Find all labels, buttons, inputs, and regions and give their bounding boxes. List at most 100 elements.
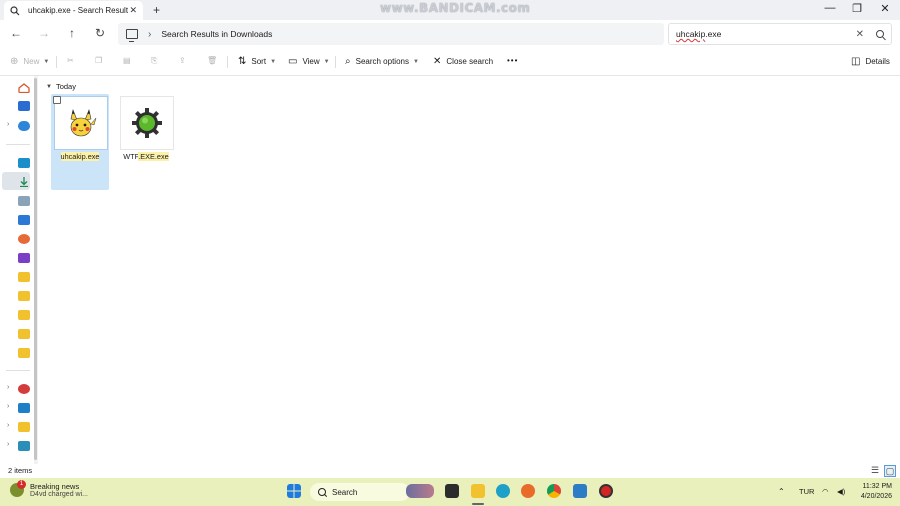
address-bar: ← → ↑ ↻ › Search Results in Downloads uh… [0,20,900,48]
home-icon[interactable] [18,83,30,93]
taskbar: 1 Breaking news D4vd charged wi... Searc… [0,478,900,506]
chevron-right-icon[interactable]: › [7,403,9,410]
folder-icon[interactable] [18,291,30,301]
forward-button[interactable]: → [37,26,51,40]
breadcrumb-separator: › [148,28,152,40]
this-pc-icon[interactable] [18,403,30,413]
more-options-button[interactable]: ••• [507,56,518,65]
folder-icon[interactable] [18,422,30,432]
chevron-right-icon[interactable]: › [7,121,9,128]
file-name: uhcakip.exe [60,152,100,161]
back-button[interactable]: ← [9,26,23,40]
plus-circle-icon: ⊕ [10,56,19,67]
cut-icon[interactable]: ✂ [67,56,74,65]
paste-icon[interactable]: ▤ [123,56,131,65]
minimize-button[interactable]: — [820,2,840,14]
bandicam-record-icon[interactable] [599,484,613,498]
rename-icon[interactable]: ⎘ [151,56,157,66]
news-subtitle: D4vd charged wi... [30,491,88,498]
firefox-icon[interactable] [521,484,535,498]
explorer-tab[interactable]: uhcakip.exe - Search Results i ✕ [4,1,143,20]
wifi-icon[interactable]: ◠ [822,487,829,496]
group-header[interactable]: ▼ Today [46,82,76,91]
refresh-button[interactable]: ↻ [93,26,107,40]
command-bar: ⊕ New ▼ ✂ ❐ ▤ ⎘ ⇪ 🗑 ⇅ Sort ▼ ▭ View ▼ ⌕ … [0,48,900,76]
navigation-pane: › › › › › [0,76,34,464]
notification-badge: 1 [17,480,26,489]
remote-desktop-icon[interactable] [573,484,587,498]
documents-icon[interactable] [18,196,30,206]
large-icons-view-icon[interactable]: ▢ [884,465,896,477]
up-button[interactable]: ↑ [65,26,79,40]
breadcrumb-label: Search Results in Downloads [161,29,273,39]
copy-icon[interactable]: ❐ [95,56,102,65]
breadcrumb[interactable]: › Search Results in Downloads [118,23,664,45]
chevron-down-icon: ▼ [323,58,330,65]
network-icon[interactable] [18,441,30,451]
delete-icon[interactable]: 🗑 [207,56,217,65]
gallery-icon[interactable] [18,101,30,111]
status-bar: 2 items ☰ ▢ [0,464,900,478]
view-button[interactable]: ▭ View ▼ [288,56,330,67]
restore-button[interactable]: ❐ [847,2,867,15]
pikachu-icon [70,108,97,137]
folder-icon[interactable] [18,272,30,282]
volume-icon[interactable]: ◀) [837,487,845,496]
videos-icon[interactable] [18,253,30,263]
news-widget[interactable]: 1 Breaking news D4vd charged wi... [10,480,88,498]
close-search-button[interactable]: ✕ Close search [433,56,493,67]
chevron-down-icon: ▼ [46,83,52,90]
chevron-right-icon[interactable]: › [7,422,9,429]
desktop-icon[interactable] [18,158,30,168]
search-input[interactable]: uhcakip.exe ✕ [668,23,892,45]
clock-date: 4/20/2026 [860,493,892,500]
chrome-icon[interactable] [547,484,561,498]
file-thumbnail [120,96,174,150]
taskbar-search[interactable]: Search [310,483,410,501]
details-pane-icon: ◫ [851,56,861,67]
chevron-down-icon: ▼ [412,58,419,65]
show-hidden-icons-chevron[interactable]: ⌃ [778,487,785,496]
folder-icon[interactable] [18,310,30,320]
share-icon[interactable]: ⇪ [179,56,186,65]
chevron-right-icon[interactable]: › [7,441,9,448]
search-icon [318,488,326,496]
file-thumbnail [54,96,108,150]
folder-icon[interactable] [18,329,30,339]
gear-icon [132,108,162,138]
bandicam-watermark: www.BANDICAM.com [380,1,531,15]
search-icon[interactable] [876,30,884,38]
details-view-icon[interactable]: ☰ [869,465,881,477]
network-drive-icon[interactable] [18,384,30,394]
terminal-icon[interactable] [445,484,459,498]
search-options-button[interactable]: ⌕ Search options ▼ [345,56,419,67]
search-icon [10,5,20,15]
system-clock[interactable]: 11:32 PM 4/20/2026 [852,482,892,502]
file-explorer-icon[interactable] [471,484,485,498]
close-icon: ✕ [433,56,442,67]
nav-scrollbar-thumb[interactable] [34,78,37,460]
details-button[interactable]: ◫ Details [851,56,890,67]
selection-checkbox[interactable] [53,96,61,104]
sort-button[interactable]: ⇅ Sort ▼ [238,56,276,67]
downloads-icon[interactable] [18,177,30,187]
windows-start-icon[interactable] [287,484,301,498]
file-item[interactable]: WTF.EXE.exe [117,94,175,190]
music-icon[interactable] [18,234,30,244]
search-value: uhcakip.exe [676,29,722,39]
tab-title: uhcakip.exe - Search Results i [28,6,128,15]
clear-search-button[interactable]: ✕ [856,29,864,40]
folder-icon[interactable] [18,348,30,358]
new-button[interactable]: ⊕ New ▼ [10,56,49,67]
file-item[interactable]: uhcakip.exe [51,94,109,190]
search-highlight-icon[interactable] [406,484,434,498]
edge-icon[interactable] [496,484,510,498]
language-indicator[interactable]: TUR [799,487,814,496]
tab-close-button[interactable]: ✕ [129,5,137,16]
pictures-icon[interactable] [18,215,30,225]
chevron-right-icon[interactable]: › [7,384,9,391]
new-tab-button[interactable]: + [153,3,160,17]
title-bar: uhcakip.exe - Search Results i ✕ + www.B… [0,0,900,20]
close-window-button[interactable]: ✕ [875,2,895,15]
onedrive-icon[interactable] [18,121,30,131]
